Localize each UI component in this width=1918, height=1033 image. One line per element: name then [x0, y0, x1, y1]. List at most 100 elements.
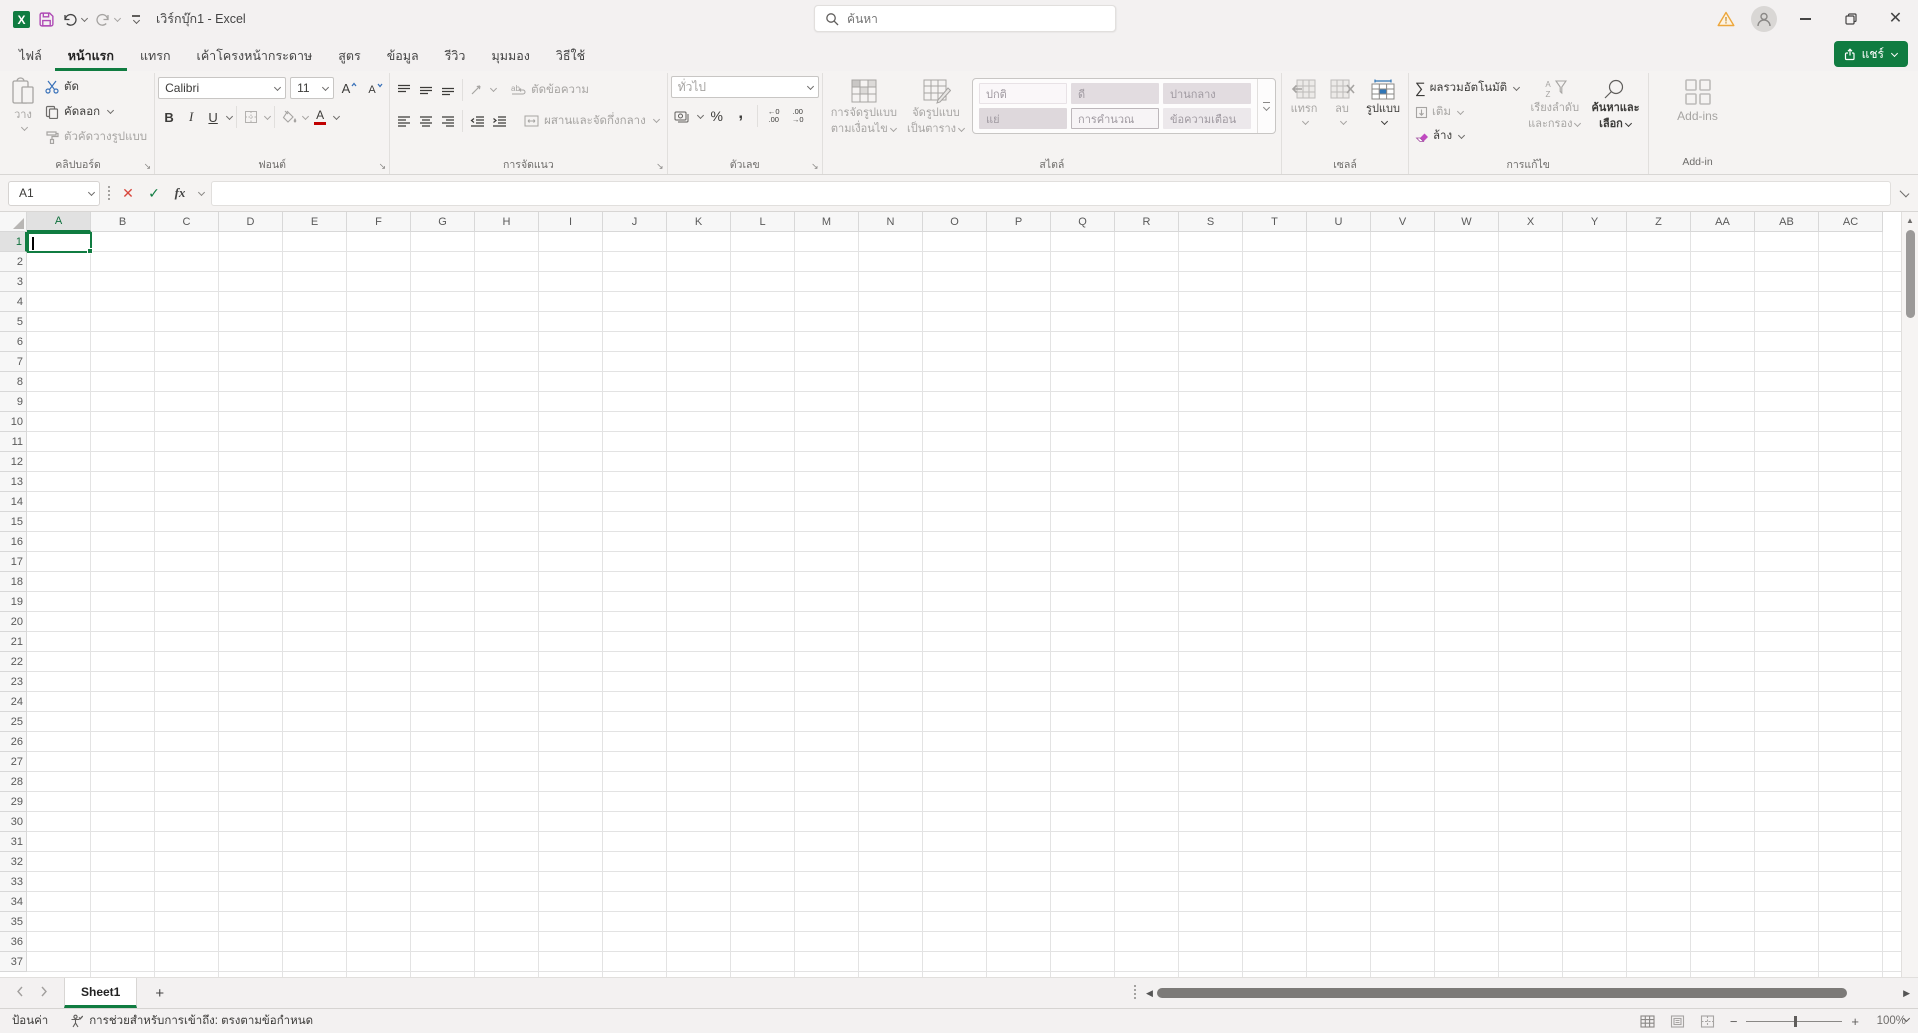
select-all-corner[interactable]	[0, 212, 27, 232]
vertical-scrollbar[interactable]: ▲	[1901, 212, 1918, 977]
column-header[interactable]: D	[219, 212, 283, 232]
row-header[interactable]: 3	[0, 272, 27, 292]
clipboard-dialog-launcher[interactable]: ↘	[144, 162, 152, 171]
fx-chevron[interactable]	[198, 188, 205, 195]
column-header[interactable]: C	[155, 212, 219, 232]
page-break-view-button[interactable]	[1700, 1015, 1715, 1028]
add-sheet-button[interactable]: +	[137, 978, 182, 1008]
horizontal-scroll-thumb[interactable]	[1157, 988, 1847, 998]
orientation-button[interactable]	[466, 78, 488, 102]
cell-style-chip[interactable]: การคำนวณ	[1071, 108, 1159, 129]
font-dialog-launcher[interactable]: ↘	[379, 162, 387, 171]
column-header[interactable]: T	[1243, 212, 1307, 232]
column-header[interactable]: K	[667, 212, 731, 232]
enter-button[interactable]: ✓	[144, 182, 164, 204]
column-header[interactable]: M	[795, 212, 859, 232]
column-header[interactable]: Z	[1627, 212, 1691, 232]
row-header[interactable]: 2	[0, 252, 27, 272]
row-header[interactable]: 9	[0, 392, 27, 412]
redo-chevron[interactable]	[114, 14, 121, 21]
row-header[interactable]: 26	[0, 732, 27, 752]
column-header[interactable]: H	[475, 212, 539, 232]
row-header[interactable]: 4	[0, 292, 27, 312]
row-header[interactable]: 13	[0, 472, 27, 492]
column-header[interactable]: X	[1499, 212, 1563, 232]
row-header[interactable]: 21	[0, 632, 27, 652]
column-header[interactable]: S	[1179, 212, 1243, 232]
autosum-button[interactable]: ∑ ผลรวมอัตโนมัติ	[1412, 76, 1523, 100]
row-header[interactable]: 30	[0, 812, 27, 832]
column-header[interactable]: L	[731, 212, 795, 232]
clear-button[interactable]: ล้าง	[1412, 124, 1523, 148]
page-layout-view-button[interactable]	[1670, 1015, 1685, 1028]
bold-button[interactable]: B	[158, 105, 180, 129]
fill-color-chevron[interactable]	[302, 112, 309, 119]
cell-style-chip[interactable]: แย่	[979, 108, 1067, 129]
vertical-scroll-thumb[interactable]	[1906, 230, 1915, 318]
number-dialog-launcher[interactable]: ↘	[811, 162, 819, 171]
ribbon-tab[interactable]: วิธีใช้	[543, 38, 598, 71]
percent-style-button[interactable]: %	[706, 104, 728, 128]
close-button[interactable]: ✕	[1873, 0, 1918, 38]
row-header[interactable]: 31	[0, 832, 27, 852]
sheet-tab[interactable]: Sheet1	[64, 978, 137, 1008]
insert-function-button[interactable]: fx	[170, 182, 190, 204]
search-box[interactable]	[814, 5, 1116, 32]
copy-button[interactable]: คัดลอก	[41, 99, 151, 124]
conditional-formatting-button[interactable]: การจัดรูปแบบ ตามเงื่อนไข	[826, 74, 902, 138]
cell-style-chip[interactable]: ปานกลาง	[1163, 83, 1251, 104]
minimize-button[interactable]	[1783, 0, 1828, 38]
ribbon-tab[interactable]: รีวิว	[432, 38, 479, 71]
accounting-chevron[interactable]	[697, 111, 704, 118]
accounting-format-icon[interactable]	[671, 104, 693, 128]
cell-style-chip[interactable]: ปกติ	[979, 83, 1067, 104]
ribbon-tab[interactable]: สูตร	[325, 38, 373, 71]
row-header[interactable]: 8	[0, 372, 27, 392]
addins-button[interactable]: Add-ins	[1672, 74, 1723, 125]
account-avatar[interactable]	[1745, 0, 1783, 38]
row-header[interactable]: 27	[0, 752, 27, 772]
row-header[interactable]: 18	[0, 572, 27, 592]
row-header[interactable]: 5	[0, 312, 27, 332]
find-select-button[interactable]: ค้นหาและ เลือก	[1586, 74, 1644, 133]
ribbon-tab[interactable]: เค้าโครงหน้ากระดาษ	[184, 38, 326, 71]
row-header[interactable]: 23	[0, 672, 27, 692]
row-header[interactable]: 19	[0, 592, 27, 612]
redo-button[interactable]	[95, 12, 121, 27]
zoom-slider-handle[interactable]	[1794, 1016, 1797, 1027]
horizontal-scroll-track[interactable]	[1157, 987, 1899, 999]
merge-center-button[interactable]: ผสานและจัดกึ่งกลาง	[520, 108, 664, 133]
column-header[interactable]: AA	[1691, 212, 1755, 232]
row-header[interactable]: 10	[0, 412, 27, 432]
font-size-select[interactable]: 11	[290, 77, 334, 99]
cell-style-chip[interactable]: ดี	[1071, 83, 1159, 104]
align-center-icon[interactable]	[415, 109, 437, 133]
decrease-indent-icon[interactable]	[466, 109, 488, 133]
row-header[interactable]: 15	[0, 512, 27, 532]
restore-button[interactable]	[1828, 0, 1873, 38]
row-header[interactable]: 28	[0, 772, 27, 792]
zoom-in-button[interactable]: +	[1851, 1014, 1859, 1029]
zoom-slider[interactable]	[1746, 1021, 1842, 1022]
number-format-select[interactable]: ทั่วไป	[671, 76, 819, 98]
prev-sheet-button[interactable]	[16, 986, 24, 1000]
align-top-icon[interactable]	[393, 78, 415, 102]
row-header[interactable]: 29	[0, 792, 27, 812]
delete-cells-button[interactable]: ลบ	[1323, 74, 1361, 127]
column-header[interactable]: R	[1115, 212, 1179, 232]
align-bottom-icon[interactable]	[437, 78, 459, 102]
column-header[interactable]: J	[603, 212, 667, 232]
underline-chevron[interactable]	[226, 112, 233, 119]
row-header[interactable]: 33	[0, 872, 27, 892]
gallery-more-button[interactable]	[1257, 79, 1275, 133]
ribbon-tab[interactable]: แทรก	[127, 38, 184, 71]
row-header[interactable]: 14	[0, 492, 27, 512]
expand-formula-bar-chevron[interactable]	[1900, 187, 1910, 197]
name-box[interactable]: A1	[8, 181, 100, 206]
column-header[interactable]: E	[283, 212, 347, 232]
format-as-table-button[interactable]: จัดรูปแบบ เป็นตาราง	[902, 74, 970, 138]
align-left-icon[interactable]	[393, 109, 415, 133]
wrap-text-button[interactable]: ab ตัดข้อความ	[507, 77, 593, 102]
tabbar-splitter[interactable]	[1134, 985, 1136, 999]
font-name-select[interactable]: Calibri	[158, 77, 286, 99]
